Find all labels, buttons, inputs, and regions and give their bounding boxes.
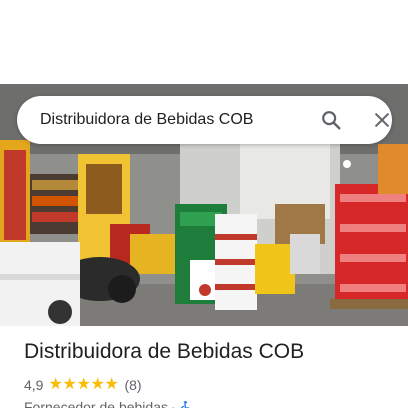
close-icon[interactable] <box>368 106 396 134</box>
star-icon: ★ <box>62 376 77 393</box>
search-input[interactable] <box>40 96 300 144</box>
review-count[interactable]: (8) <box>124 377 141 393</box>
wheelchair-icon <box>179 400 192 408</box>
star-rating: ★ ★ ★ ★ ★ <box>48 377 118 393</box>
star-icon: ★ <box>76 376 91 393</box>
separator: · <box>171 399 176 408</box>
rating-row: 4,9 ★ ★ ★ ★ ★ (8) <box>24 376 142 394</box>
place-category: Fornecedor de bebidas <box>24 399 168 408</box>
search-icon[interactable] <box>317 106 345 134</box>
rating-value: 4,9 <box>24 377 44 393</box>
search-bar <box>17 96 392 144</box>
star-icon: ★ <box>90 376 105 393</box>
place-title[interactable]: Distribuidora de Bebidas COB <box>24 340 304 364</box>
star-icon: ★ <box>104 376 119 393</box>
star-icon: ★ <box>48 376 63 393</box>
category-row: Fornecedor de bebidas · <box>24 398 192 408</box>
